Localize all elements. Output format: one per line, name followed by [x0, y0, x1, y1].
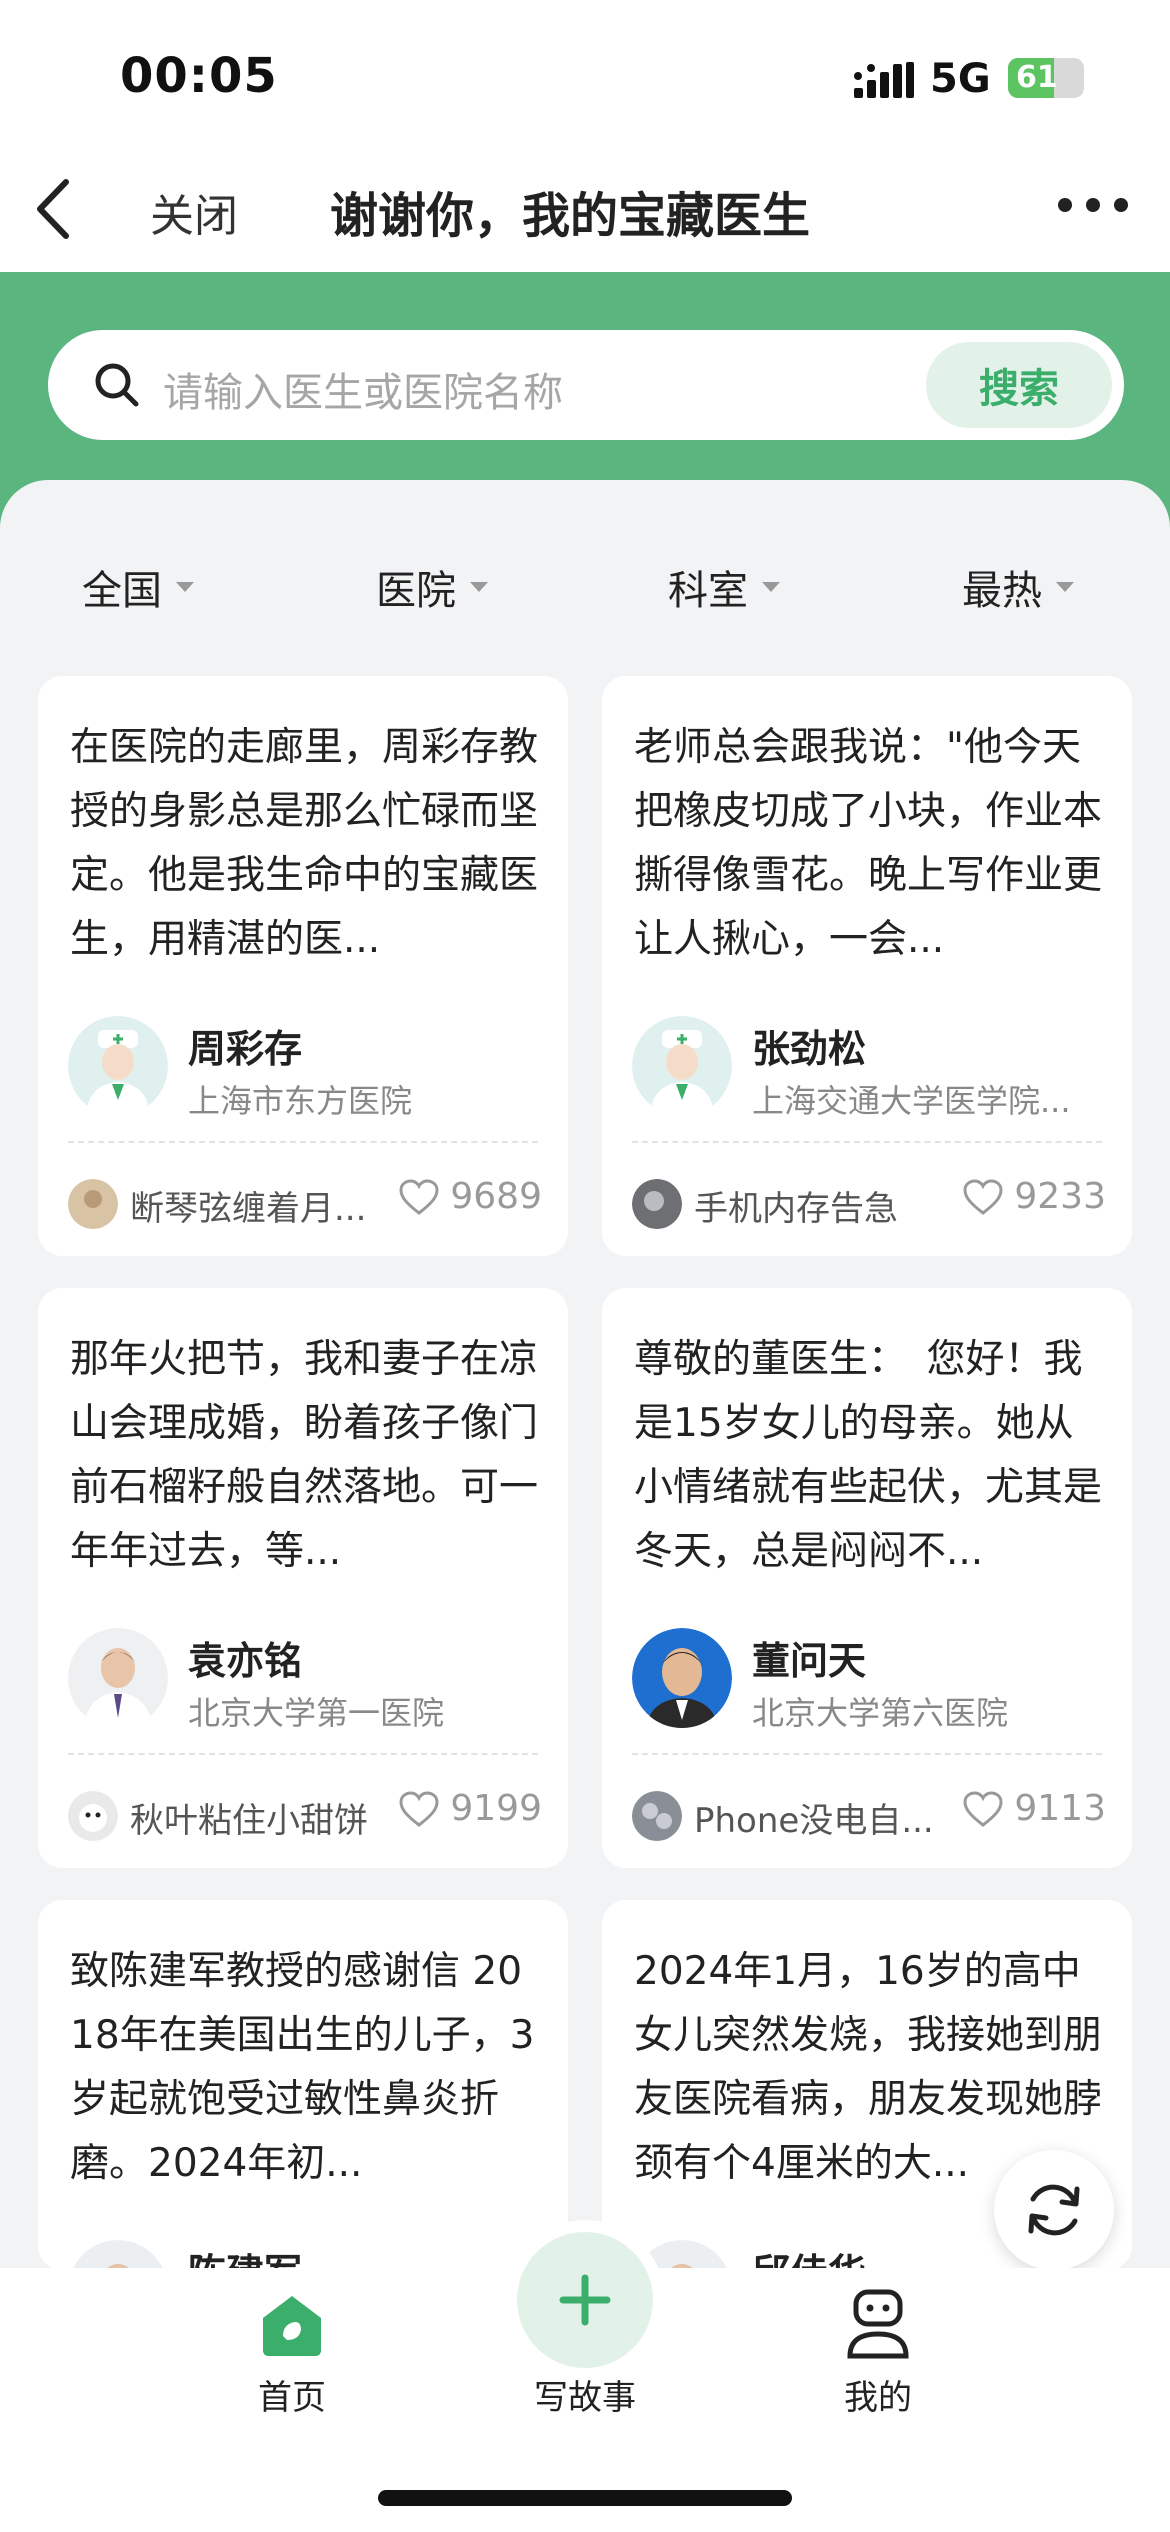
- story-excerpt: 在医院的走廊里，周彩存教授的身影总是那么忙碌而坚定。他是我生命中的宝藏医生，用精…: [70, 725, 539, 962]
- filter-region[interactable]: 全国: [82, 558, 194, 616]
- tab-home[interactable]: 首页: [192, 2268, 392, 2428]
- caret-down-icon: [762, 582, 780, 592]
- like-button[interactable]: 9689: [398, 1176, 542, 1217]
- story-excerpt: 老师总会跟我说："他今天把橡皮切成了小块，作业本撕得像雪花。晚上写作业更让人揪心…: [634, 725, 1103, 962]
- heart-icon: [399, 1178, 439, 1215]
- signal-icon: [854, 62, 914, 98]
- filter-label: 全国: [82, 568, 162, 614]
- status-time: 00:05: [120, 48, 278, 104]
- user-name: 秋叶粘住小甜饼: [130, 1801, 368, 1841]
- story-card[interactable]: 致陈建军教授的感谢信 2018年在美国出生的儿子，3岁起就饱受过敏性鼻炎折磨。2…: [38, 1900, 568, 2270]
- story-card[interactable]: 尊敬的董医生： 您好！我是15岁女儿的母亲。她从小情绪就有些起伏，尤其是冬天，总…: [602, 1288, 1132, 1868]
- story-card[interactable]: 老师总会跟我说："他今天把橡皮切成了小块，作业本撕得像雪花。晚上写作业更让人揪心…: [602, 676, 1132, 1256]
- tab-mine[interactable]: 我的: [778, 2268, 978, 2428]
- plus-icon: [559, 2274, 611, 2326]
- hospital-name: 上海市东方医院: [188, 1082, 413, 1120]
- close-button[interactable]: 关闭: [150, 180, 238, 244]
- doctor-name: 邱佳华: [752, 2242, 866, 2270]
- like-count: 9113: [1014, 1788, 1106, 1829]
- status-bar: 00:05 5G 61: [0, 0, 1170, 150]
- heart-icon: [399, 1790, 439, 1827]
- search-icon: [95, 363, 139, 407]
- profile-icon: [847, 2289, 909, 2359]
- battery-percent: 61: [1016, 60, 1058, 95]
- like-count: 9199: [450, 1788, 542, 1829]
- more-menu-icon[interactable]: [1058, 190, 1128, 220]
- story-excerpt: 致陈建军教授的感谢信 2018年在美国出生的儿子，3岁起就饱受过敏性鼻炎折磨。2…: [70, 1949, 535, 2186]
- doctor-name: 董问天: [752, 1639, 867, 1683]
- like-button[interactable]: 9199: [398, 1788, 542, 1829]
- filter-label: 最热: [962, 568, 1042, 614]
- tab-label: 我的: [844, 2378, 912, 2418]
- caret-down-icon: [470, 582, 488, 592]
- nav-bar: 关闭 谢谢你，我的宝藏医生: [0, 150, 1170, 272]
- write-story-button[interactable]: [505, 2220, 665, 2380]
- battery-icon: 61: [1008, 58, 1084, 98]
- like-button[interactable]: 9113: [962, 1788, 1106, 1829]
- divider: [632, 1141, 1102, 1143]
- story-card[interactable]: 在医院的走廊里，周彩存教授的身影总是那么忙碌而坚定。他是我生命中的宝藏医生，用精…: [38, 676, 568, 1256]
- tab-label: 首页: [258, 2378, 326, 2418]
- filter-department[interactable]: 科室: [668, 558, 780, 616]
- story-excerpt: 尊敬的董医生： 您好！我是15岁女儿的母亲。她从小情绪就有些起伏，尤其是冬天，总…: [634, 1337, 1103, 1574]
- doctor-name: 张劲松: [752, 1027, 867, 1071]
- home-icon: [263, 2296, 321, 2356]
- heart-icon: [963, 1790, 1003, 1827]
- page-title: 谢谢你，我的宝藏医生: [330, 188, 811, 244]
- caret-down-icon: [1056, 582, 1074, 592]
- story-card[interactable]: 那年火把节，我和妻子在凉山会理成婚，盼着孩子像门前石榴籽般自然落地。可一年年过去…: [38, 1288, 568, 1868]
- home-indicator: [378, 2490, 792, 2506]
- refresh-icon: [1028, 2184, 1080, 2236]
- filter-bar: 全国 医院 科室 最热: [0, 540, 1170, 630]
- user-name: Phone没电自...: [694, 1801, 934, 1841]
- like-count: 9233: [1014, 1176, 1106, 1217]
- search-bar[interactable]: 请输入医生或医院名称 搜索: [48, 330, 1124, 440]
- doctor-photo: [72, 2240, 164, 2270]
- search-button[interactable]: 搜索: [926, 342, 1112, 428]
- refresh-button[interactable]: [994, 2150, 1114, 2270]
- hospital-name: 北京大学第六医院: [752, 1694, 1009, 1732]
- user-avatar: [68, 1791, 118, 1841]
- doctor-placeholder-icon: [68, 1016, 168, 1116]
- hospital-name: 上海交通大学医学院...: [752, 1082, 1071, 1120]
- doctor-name: 周彩存: [188, 1027, 303, 1071]
- doctor-photo: [68, 1628, 168, 1728]
- user-name: 手机内存告急: [694, 1189, 898, 1229]
- divider: [632, 1753, 1102, 1755]
- doctor-name: 陈建军: [188, 2242, 302, 2270]
- user-name: 断琴弦缠着月...: [130, 1189, 367, 1229]
- search-input[interactable]: 请输入医生或医院名称: [163, 360, 563, 418]
- doctor-name: 袁亦铭: [188, 1639, 303, 1683]
- story-excerpt: 那年火把节，我和妻子在凉山会理成婚，盼着孩子像门前石榴籽般自然落地。可一年年过去…: [70, 1337, 539, 1574]
- hospital-name: 北京大学第一医院: [188, 1694, 445, 1732]
- divider: [68, 1753, 538, 1755]
- heart-icon: [963, 1178, 1003, 1215]
- user-avatar: [632, 1791, 682, 1841]
- doctor-placeholder-icon: [632, 1016, 732, 1116]
- network-type: 5G: [930, 56, 991, 102]
- filter-label: 科室: [668, 568, 748, 614]
- divider: [68, 1141, 538, 1143]
- like-button[interactable]: 9233: [962, 1176, 1106, 1217]
- write-story-button-inner[interactable]: [517, 2232, 653, 2368]
- filter-label: 医院: [376, 568, 456, 614]
- back-arrow-icon[interactable]: [30, 174, 80, 244]
- filter-sort[interactable]: 最热: [962, 558, 1074, 616]
- filter-hospital[interactable]: 医院: [376, 558, 488, 616]
- user-avatar: [68, 1179, 118, 1229]
- doctor-photo: [632, 1628, 732, 1728]
- user-avatar: [632, 1179, 682, 1229]
- caret-down-icon: [176, 582, 194, 592]
- like-count: 9689: [450, 1176, 542, 1217]
